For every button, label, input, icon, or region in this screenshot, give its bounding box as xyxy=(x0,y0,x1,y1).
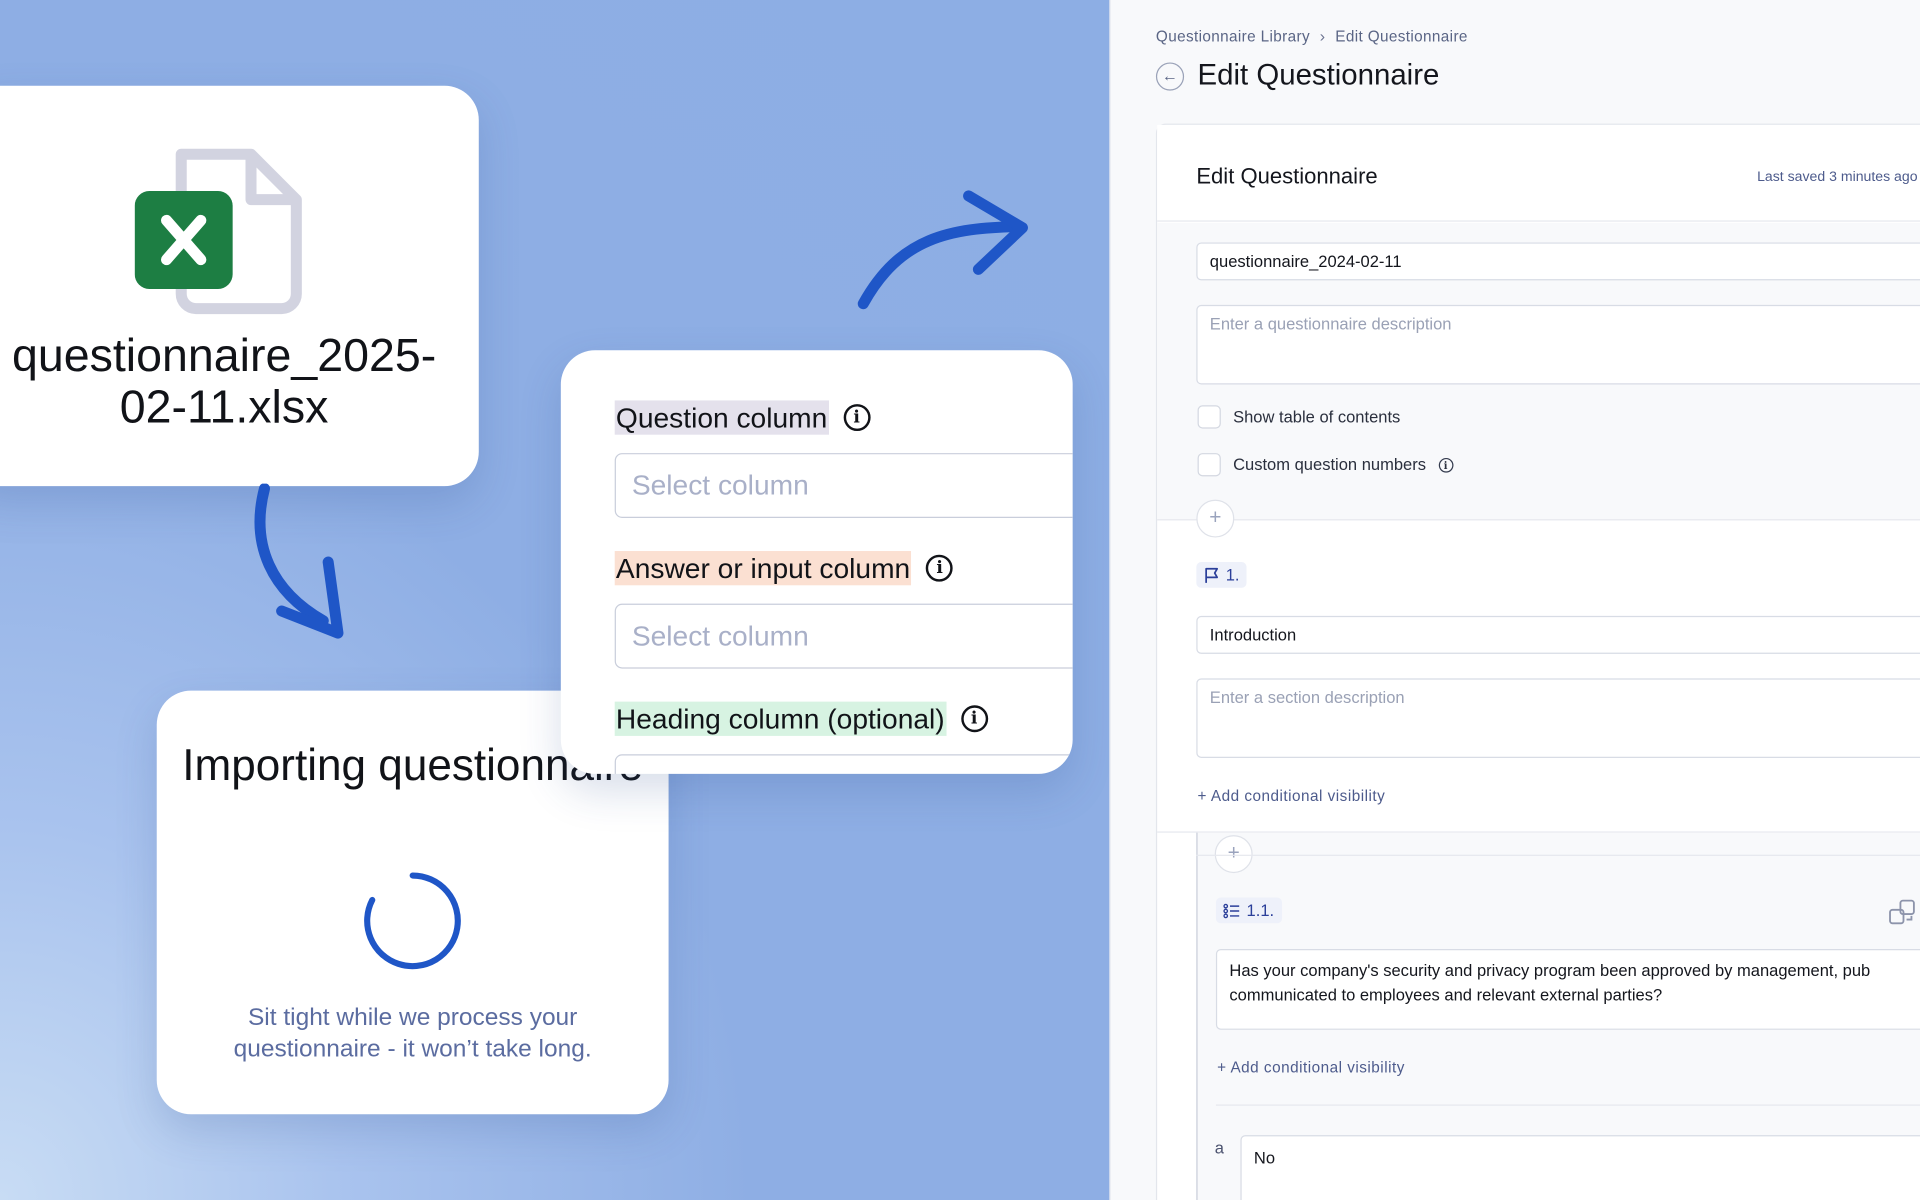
show-toc-label: Show table of contents xyxy=(1233,407,1401,427)
answer-option-input[interactable]: No xyxy=(1240,1135,1920,1200)
question-column-label: Question column i xyxy=(614,400,871,435)
show-toc-checkbox[interactable] xyxy=(1197,405,1221,429)
section-description-input[interactable]: Enter a section description xyxy=(1196,678,1920,758)
question-add-visibility-link[interactable]: + Add conditional visibility xyxy=(1217,1059,1405,1076)
page-title: Edit Questionnaire xyxy=(1197,58,1440,92)
last-saved-status: Last saved 3 minutes ago xyxy=(1757,170,1918,185)
arrow-left-icon: ← xyxy=(1162,66,1178,85)
editor-panel: Questionnaire Library › Edit Questionnai… xyxy=(1109,0,1920,1200)
custom-numbers-row: Custom question numbers i xyxy=(1197,453,1453,477)
excel-file-icon xyxy=(134,148,302,315)
option-letter: a xyxy=(1214,1138,1224,1158)
arrow-down-icon xyxy=(254,483,344,639)
heading-column-select[interactable] xyxy=(614,754,1073,774)
answer-column-select[interactable]: Select column xyxy=(614,603,1073,669)
breadcrumb-root[interactable]: Questionnaire Library xyxy=(1156,28,1310,45)
question-column-select[interactable]: Select column xyxy=(614,453,1073,518)
questionnaire-editor: Edit Questionnaire Last saved 3 minutes … xyxy=(1155,123,1920,1200)
loading-spinner-icon xyxy=(364,872,461,970)
section-number-badge: 1. xyxy=(1196,562,1247,588)
questionnaire-description-input[interactable]: Enter a questionnaire description xyxy=(1196,304,1920,385)
question-text-input[interactable]: Has your company's security and privacy … xyxy=(1215,948,1920,1030)
question-number-badge: 1.1. xyxy=(1215,897,1282,924)
plus-icon: + xyxy=(1227,841,1240,865)
questionnaire-name-input[interactable]: questionnaire_2024-02-11 xyxy=(1196,242,1920,281)
editor-title: Edit Questionnaire xyxy=(1196,164,1378,189)
info-icon[interactable]: i xyxy=(926,554,954,582)
file-card: questionnaire_2025-02-11.xlsx xyxy=(0,85,479,487)
section-title-input[interactable]: Introduction xyxy=(1196,615,1920,654)
custom-numbers-label: Custom question numbers xyxy=(1233,455,1427,474)
breadcrumb-current: Edit Questionnaire xyxy=(1335,27,1468,45)
duplicate-icon[interactable] xyxy=(1888,899,1917,928)
section-add-visibility-link[interactable]: + Add conditional visibility xyxy=(1198,787,1386,804)
divider xyxy=(1196,854,1920,856)
custom-numbers-checkbox[interactable] xyxy=(1197,453,1221,477)
info-icon[interactable]: i xyxy=(1438,457,1453,473)
breadcrumb: Questionnaire Library › Edit Questionnai… xyxy=(1156,27,1468,45)
chevron-right-icon: › xyxy=(1319,26,1326,46)
list-icon xyxy=(1223,903,1240,918)
add-section-button[interactable]: + xyxy=(1196,499,1235,538)
arrow-right-icon xyxy=(857,190,1028,310)
info-icon[interactable]: i xyxy=(843,404,871,432)
info-icon[interactable]: i xyxy=(960,705,988,733)
import-subtitle: Sit tight while we process your question… xyxy=(233,1004,592,1063)
show-toc-row: Show table of contents xyxy=(1197,405,1401,429)
flag-icon xyxy=(1205,567,1219,583)
editor-header: Edit Questionnaire Last saved 3 minutes … xyxy=(1157,124,1920,222)
plus-icon: + xyxy=(1209,505,1222,529)
divider xyxy=(1215,1104,1920,1106)
file-name: questionnaire_2025-02-11.xlsx xyxy=(11,330,437,434)
back-button[interactable]: ← xyxy=(1155,62,1185,91)
stage: questionnaire_2025-02-11.xlsx Importing … xyxy=(0,0,1920,1200)
answer-column-label: Answer or input column i xyxy=(614,551,954,586)
column-mapping-card: Question column i Select column Answer o… xyxy=(560,350,1073,774)
heading-column-label: Heading column (optional) i xyxy=(614,701,988,736)
